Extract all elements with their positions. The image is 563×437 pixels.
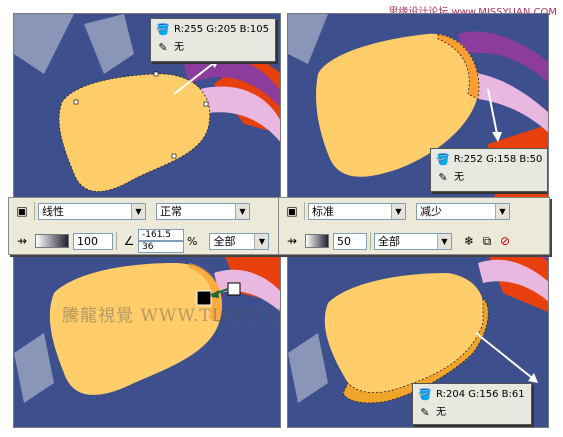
opacity-input[interactable]: 100	[73, 232, 113, 250]
transparency-tool-icon[interactable]: ▣	[283, 202, 301, 220]
transparency-midpoint-icon: ⇸	[286, 234, 298, 248]
angle-input[interactable]: -161.5	[138, 229, 184, 241]
edge-pad-input[interactable]: 36	[138, 241, 184, 253]
interactive-transparency-toolbar-left: ▣ 线性 ▼ 正常 ▼ ⇸ 100 ∠ -161.5 36 % 全部 ▼	[8, 197, 300, 255]
toolbar-divider	[370, 232, 371, 250]
chevron-down-icon: ▼	[235, 203, 249, 219]
fill-bucket-icon: 🪣	[436, 153, 450, 166]
opacity-slider-icon[interactable]	[305, 234, 329, 248]
merge-mode-select[interactable]: 减少 ▼	[416, 202, 510, 220]
interactive-transparency-toolbar-right: ▣ 标准 ▼ 减少 ▼ ⇸ 50 全部 ▼ ❄ ⧉ ⊘	[278, 197, 550, 255]
clear-transparency-icon[interactable]: ⊘	[496, 232, 514, 250]
color-tooltip-top-right: 🪣 R:252 G:158 B:50 ✎ 无	[430, 148, 548, 192]
color-tooltip-bottom-right: 🪣 R:204 G:156 B:61 ✎ 无	[412, 383, 532, 425]
toolbar-divider	[116, 232, 117, 250]
angle-icon: ∠	[123, 234, 135, 248]
chevron-down-icon: ▼	[391, 203, 405, 219]
fill-bucket-icon: 🪣	[156, 23, 170, 36]
opacity-slider-icon[interactable]	[35, 234, 69, 248]
toolbar-divider	[304, 202, 305, 220]
chevron-down-icon: ▼	[495, 203, 509, 219]
toolbar-divider	[34, 202, 35, 220]
chevron-down-icon: ▼	[254, 233, 269, 249]
canvas-panel-top-right: 🪣 R:252 G:158 B:50 ✎ 无	[287, 13, 549, 218]
canvas-panel-top-left: 🪣 R:255 G:205 B:105 ✎ 无	[13, 13, 281, 218]
color-tooltip-top-left: 🪣 R:255 G:205 B:105 ✎ 无	[150, 18, 276, 62]
transparency-type-select[interactable]: 标准 ▼	[308, 202, 406, 220]
pen-outline-icon: ✎	[420, 406, 430, 419]
transparency-type-select[interactable]: 线性 ▼	[38, 202, 146, 220]
percent-symbol: %	[187, 234, 198, 248]
merge-mode-select[interactable]: 正常 ▼	[156, 202, 250, 220]
chevron-down-icon: ▼	[437, 233, 451, 249]
image-watermark: 騰龍視覺 WWW.TLVI.NET	[62, 306, 281, 326]
chevron-down-icon: ▼	[131, 203, 145, 219]
transparency-target-select[interactable]: 全部 ▼	[209, 232, 270, 250]
copy-transparency-icon[interactable]: ⧉	[478, 232, 496, 250]
fill-bucket-icon: 🪣	[418, 388, 432, 401]
transparency-tool-icon[interactable]: ▣	[13, 202, 31, 220]
pen-outline-icon: ✎	[158, 41, 168, 54]
freeze-icon[interactable]: ❄	[460, 232, 478, 250]
pen-outline-icon: ✎	[438, 171, 448, 184]
transparency-midpoint-icon: ⇸	[16, 234, 28, 248]
opacity-input[interactable]: 50	[333, 232, 367, 250]
transparency-target-select[interactable]: 全部 ▼	[374, 232, 452, 250]
